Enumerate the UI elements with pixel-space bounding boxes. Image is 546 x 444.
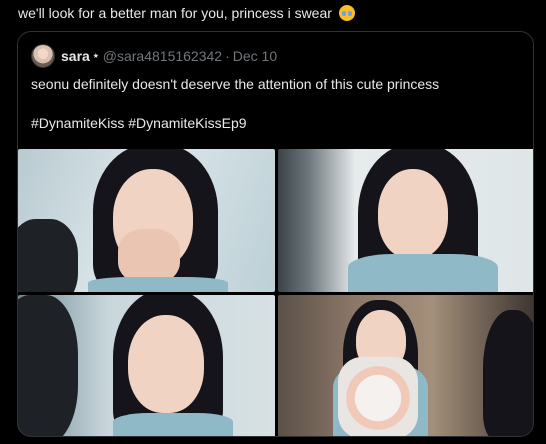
star-icon: ⭑ <box>92 49 99 62</box>
photo-1[interactable] <box>18 149 275 292</box>
avatar[interactable] <box>31 44 55 68</box>
hashtags[interactable]: #DynamiteKiss #DynamiteKissEp9 <box>31 115 247 131</box>
separator: · <box>225 48 230 64</box>
quoted-tweet-text: seonu definitely doesn't deserve the att… <box>31 76 440 92</box>
tweet-text-content: we'll look for a better man for you, pri… <box>18 5 332 21</box>
photo-3[interactable] <box>18 295 275 436</box>
photo-2[interactable] <box>278 149 533 292</box>
display-name[interactable]: sara <box>61 48 90 64</box>
quoted-tweet-header: sara ⭑ @sara4815162342 · Dec 10 <box>31 44 277 68</box>
quoted-tweet-card[interactable]: sara ⭑ @sara4815162342 · Dec 10 seonu de… <box>17 31 534 437</box>
tweet-date[interactable]: Dec 10 <box>233 48 277 64</box>
user-handle[interactable]: @sara4815162342 <box>103 48 222 64</box>
tweet-text: we'll look for a better man for you, pri… <box>18 5 355 21</box>
crying-face-icon <box>338 5 355 21</box>
photo-4[interactable] <box>278 295 533 436</box>
